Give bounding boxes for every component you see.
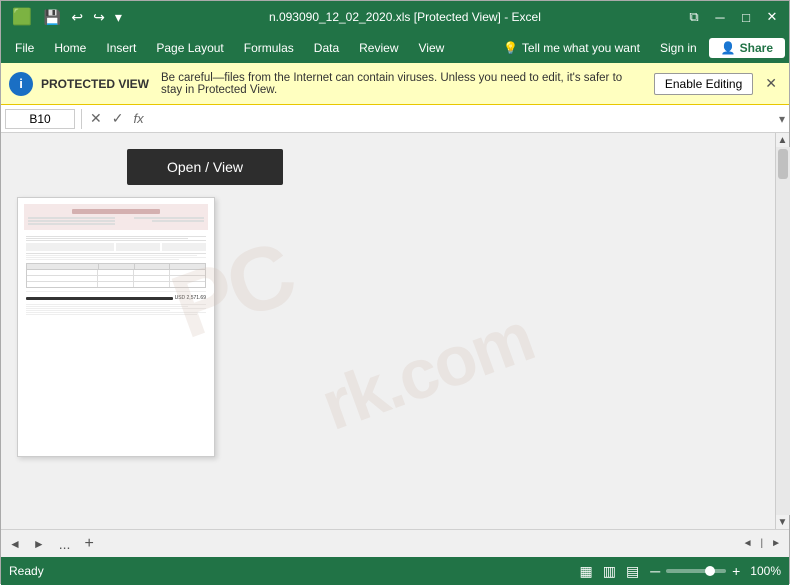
formula-divider [81,109,82,129]
menu-file[interactable]: File [5,37,44,59]
scroll-track[interactable] [776,147,790,515]
menu-bar: File Home Insert Page Layout Formulas Da… [1,33,789,63]
zoom-bar: ─ + 100% [650,563,781,579]
title-bar: 🟩 💾 ↩ ↪ ▾ n.093090_12_02_2020.xls [Prote… [1,1,789,33]
spreadsheet-area[interactable]: PC rk.com Open / View [1,133,775,529]
sheet-scroll-left[interactable]: ◄ [739,536,757,551]
sheet-scroll-right[interactable]: ► [767,536,785,551]
share-label: Share [740,41,773,55]
formula-bar: ✕ ✓ fx ▾ [1,105,789,133]
protected-label: PROTECTED VIEW [41,77,149,91]
restore-button[interactable]: ⧉ [685,8,703,26]
document-thumbnail: USD 2,571.69 [17,197,215,457]
menu-view[interactable]: View [409,37,455,59]
close-protected-bar-button[interactable]: ✕ [761,73,781,94]
zoom-in-button[interactable]: + [732,563,740,579]
formula-expand-icon[interactable]: ▾ [779,112,785,126]
menu-data[interactable]: Data [304,37,349,59]
sheet-scroll-area: ◄ | ► [739,536,785,551]
sheet-nav-next[interactable]: ► [29,535,49,553]
sheet-scroll-divider: | [758,536,765,551]
function-icon[interactable]: fx [131,109,145,128]
excel-icon: 🟩 [9,5,35,29]
add-sheet-button[interactable]: + [80,535,97,553]
vertical-scrollbar[interactable]: ▲ ▼ [775,133,789,529]
document-preview: USD 2,571.69 [24,204,208,450]
lightbulb-icon: 💡 [503,41,518,55]
dropdown-icon[interactable]: ▾ [112,7,125,28]
cell-reference-input[interactable] [5,109,75,129]
shield-icon: i [9,72,33,96]
tell-me-area[interactable]: 💡 Tell me what you want [495,37,648,59]
sheet-nav-prev[interactable]: ◄ [5,535,25,553]
zoom-out-button[interactable]: ─ [650,563,660,579]
confirm-icon[interactable]: ✓ [110,108,126,129]
window-title: n.093090_12_02_2020.xls [Protected View]… [125,10,685,24]
title-bar-left: 🟩 💾 ↩ ↪ ▾ [9,5,125,29]
doc-preview-container: Open / View [1,133,775,473]
main-area: PC rk.com Open / View [1,133,789,529]
cancel-icon[interactable]: ✕ [88,108,104,129]
formula-icons: ✕ ✓ fx [88,108,146,129]
sheet-dots[interactable]: ... [53,534,77,554]
menu-insert[interactable]: Insert [96,37,146,59]
redo-icon[interactable]: ↪ [90,7,108,28]
sheet-tab-bar: ◄ ► ... + ◄ | ► [1,529,789,557]
normal-view-button[interactable]: ▦ [576,561,595,582]
enable-editing-button[interactable]: Enable Editing [654,73,753,95]
window-controls: ⧉ ─ □ ✕ [685,8,781,26]
save-icon[interactable]: 💾 [41,7,64,28]
zoom-thumb[interactable] [705,566,715,576]
tell-me-text: Tell me what you want [522,41,640,55]
sign-in-button[interactable]: Sign in [652,37,705,59]
page-break-view-button[interactable]: ▤ [623,561,642,582]
menu-formulas[interactable]: Formulas [234,37,304,59]
scroll-thumb[interactable] [778,149,788,179]
menu-home[interactable]: Home [44,37,96,59]
share-button[interactable]: 👤 Share [709,38,785,58]
menu-right-area: 💡 Tell me what you want Sign in 👤 Share [495,37,785,59]
ready-label: Ready [9,564,44,578]
minimize-button[interactable]: ─ [711,8,729,26]
person-icon: 👤 [721,41,736,55]
zoom-percent: 100% [750,564,781,578]
scroll-down-button[interactable]: ▼ [776,515,790,529]
view-buttons: ▦ ▥ ▤ [576,561,642,582]
scroll-up-button[interactable]: ▲ [776,133,790,147]
undo-icon[interactable]: ↩ [68,7,86,28]
formula-input[interactable] [150,110,775,128]
menu-page-layout[interactable]: Page Layout [146,37,233,59]
status-bar: Ready ▦ ▥ ▤ ─ + 100% [1,557,789,585]
protected-message: Be careful—files from the Internet can c… [161,72,646,96]
zoom-slider[interactable] [666,569,726,573]
protected-view-bar: i PROTECTED VIEW Be careful—files from t… [1,63,789,105]
maximize-button[interactable]: □ [737,8,755,26]
page-layout-view-button[interactable]: ▥ [600,561,619,582]
close-button[interactable]: ✕ [763,8,781,26]
quick-access-toolbar: 💾 ↩ ↪ ▾ [41,7,125,28]
menu-review[interactable]: Review [349,37,408,59]
open-view-button[interactable]: Open / View [127,149,283,185]
